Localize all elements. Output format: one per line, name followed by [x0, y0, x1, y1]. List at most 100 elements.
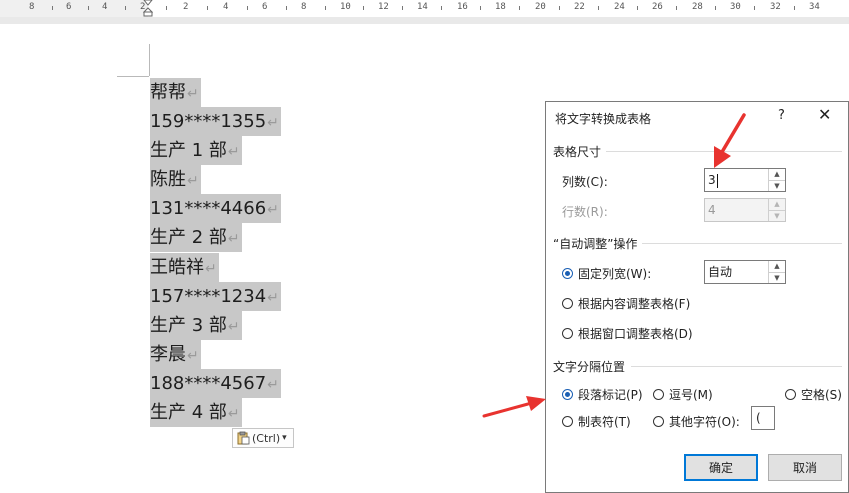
document-line[interactable]: 131****4466↵: [150, 194, 281, 224]
document-line[interactable]: 生产 2 部↵: [150, 223, 281, 253]
document-line[interactable]: 生产 1 部↵: [150, 136, 281, 166]
selected-text[interactable]: 157****1234↵: [150, 281, 281, 311]
document-line[interactable]: 188****4567↵: [150, 368, 281, 398]
ruler-label: 12: [378, 2, 389, 12]
ruler-label: 4: [102, 2, 108, 12]
selected-text[interactable]: 159****1355↵: [150, 107, 281, 137]
selected-text[interactable]: 李晨↵: [150, 339, 201, 369]
paste-options-button[interactable]: (Ctrl) ▾: [232, 428, 294, 448]
clipboard-icon: [237, 431, 250, 445]
separator-comma-radio[interactable]: 逗号(M): [653, 386, 713, 403]
selected-text[interactable]: 生产 3 部↵: [150, 310, 242, 340]
paragraph-mark-icon: ↵: [227, 144, 240, 161]
rows-increase-icon[interactable]: ▲: [769, 199, 785, 211]
separator-other-label: 其他字符(O):: [669, 415, 740, 429]
columns-increase-icon[interactable]: ▲: [769, 169, 785, 181]
selected-text[interactable]: 188****4567↵: [150, 368, 281, 398]
cancel-button[interactable]: 取消: [768, 454, 842, 481]
ok-button[interactable]: 确定: [684, 454, 758, 481]
paragraph-mark-icon: ↵: [227, 231, 240, 248]
radio-unchecked-icon: [562, 298, 573, 309]
document-line[interactable]: 王皓祥↵: [150, 252, 281, 282]
page-margin-mark-horizontal: [117, 76, 149, 77]
document-line[interactable]: 帮帮↵: [150, 78, 281, 107]
document-line[interactable]: 159****1355↵: [150, 107, 281, 137]
dialog-title: 将文字转换成表格: [555, 112, 652, 126]
selected-text[interactable]: 131****4466↵: [150, 194, 281, 224]
ruler-label: 4: [223, 2, 229, 12]
rows-stepper[interactable]: 4 ▲ ▼: [704, 198, 786, 222]
section-divider: [631, 366, 842, 367]
arrow-to-paragraph-mark-icon: [482, 396, 546, 418]
rows-decrease-icon[interactable]: ▼: [769, 211, 785, 222]
radio-unchecked-icon: [562, 416, 573, 427]
ruler-label: 18: [495, 2, 506, 12]
chevron-down-icon: ▾: [282, 433, 287, 443]
separator-paragraph-label: 段落标记(P): [578, 388, 643, 402]
ruler-tick: [793, 6, 795, 10]
document-line[interactable]: 生产 4 部↵: [150, 398, 281, 428]
columns-stepper[interactable]: 3 ▲ ▼: [704, 168, 786, 192]
radio-unchecked-icon: [562, 328, 573, 339]
ruler-tick: [125, 6, 126, 10]
close-icon[interactable]: ✕: [818, 105, 831, 124]
selected-text[interactable]: 陈胜↵: [150, 165, 201, 195]
horizontal-ruler[interactable]: 8 6 4 2 2 4 6 8 10 12 14 16 18 20 22 24 26 28 30 32 34: [0, 0, 849, 18]
ruler-label: 20: [535, 2, 546, 12]
ruler-tick: [88, 6, 89, 10]
fixed-width-stepper[interactable]: 自动 ▲ ▼: [704, 260, 786, 284]
document-line[interactable]: 生产 3 部↵: [150, 310, 281, 340]
ruler-tick: [51, 6, 53, 10]
paragraph-mark-icon: ↵: [267, 115, 279, 132]
radio-checked-icon: [562, 389, 573, 400]
selected-text[interactable]: 帮帮↵: [150, 78, 201, 107]
line-text: 159****1355: [150, 111, 267, 133]
ruler-label: 8: [301, 2, 307, 12]
separator-other-radio[interactable]: 其他字符(O):: [653, 413, 740, 430]
indent-marker-icon[interactable]: [143, 0, 153, 17]
ruler-label: 16: [457, 2, 468, 12]
fixed-width-value: 自动: [708, 265, 733, 279]
selected-text[interactable]: 王皓祥↵: [150, 252, 219, 282]
ruler-tick: [637, 6, 638, 10]
separator-space-label: 空格(S): [801, 388, 842, 402]
autofit-window-radio[interactable]: 根据窗口调整表格(D): [562, 325, 693, 342]
columns-decrease-icon[interactable]: ▼: [769, 181, 785, 192]
help-icon[interactable]: ?: [778, 108, 785, 123]
separator-space-radio[interactable]: 空格(S): [785, 386, 842, 403]
fixed-width-increase-icon[interactable]: ▲: [769, 261, 785, 273]
autofit-content-label: 根据内容调整表格(F): [578, 297, 691, 311]
other-separator-input[interactable]: (: [751, 406, 775, 430]
line-text: 王皓祥: [150, 256, 204, 278]
rows-label: 行数(R):: [562, 205, 608, 219]
autofit-content-radio[interactable]: 根据内容调整表格(F): [562, 295, 690, 312]
columns-label: 列数(C):: [562, 175, 608, 189]
fixed-column-width-label: 固定列宽(W):: [578, 267, 652, 281]
ruler-tick: [715, 6, 716, 10]
ruler-label: 10: [340, 2, 351, 12]
ruler-separator: [0, 17, 849, 24]
selected-text[interactable]: 生产 2 部↵: [150, 223, 242, 253]
ruler-label: 24: [614, 2, 625, 12]
line-text: 生产 4 部: [150, 402, 227, 424]
ruler-label: 30: [730, 2, 741, 12]
paste-options-label: (Ctrl): [252, 431, 281, 445]
ruler-tick: [324, 6, 326, 10]
ruler-label: 14: [417, 2, 428, 12]
selected-text[interactable]: 生产 1 部↵: [150, 136, 242, 166]
radio-unchecked-icon: [653, 389, 664, 400]
selected-text[interactable]: 生产 4 部↵: [150, 398, 242, 428]
separator-tab-radio[interactable]: 制表符(T): [562, 413, 631, 430]
line-text: 188****4567: [150, 372, 267, 394]
ruler-tick: [519, 6, 520, 10]
paragraph-mark-icon: ↵: [205, 260, 217, 277]
fixed-column-width-radio[interactable]: 固定列宽(W):: [562, 265, 651, 282]
paragraph-mark-icon: ↵: [267, 289, 279, 306]
document-body[interactable]: 帮帮↵ 159****1355↵ 生产 1 部↵ 陈胜↵ 131****4466↵ 生产 …: [150, 78, 281, 428]
document-line[interactable]: 陈胜↵: [150, 165, 281, 195]
fixed-width-decrease-icon[interactable]: ▼: [769, 273, 785, 284]
table-size-section-label: 表格尺寸: [553, 145, 602, 159]
document-line[interactable]: 李晨↵: [150, 339, 281, 369]
separator-paragraph-radio[interactable]: 段落标记(P): [562, 386, 643, 403]
document-line[interactable]: 157****1234↵: [150, 281, 281, 311]
